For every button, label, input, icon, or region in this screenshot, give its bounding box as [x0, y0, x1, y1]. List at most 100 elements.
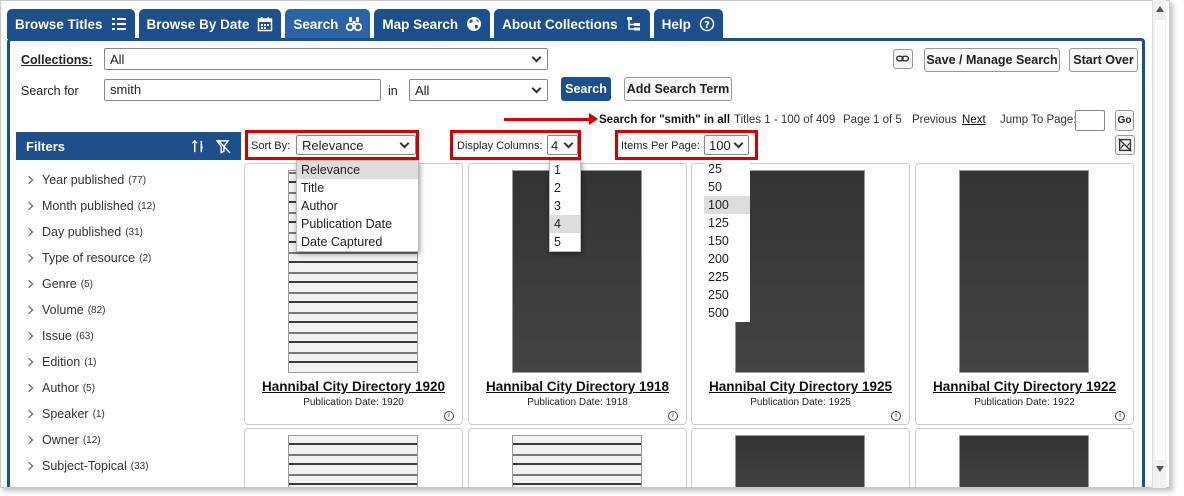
- result-thumbnail[interactable]: [959, 170, 1089, 373]
- filter-item[interactable]: Genre (5): [24, 277, 93, 291]
- dropdown-option[interactable]: 100: [704, 196, 750, 214]
- search-field-select[interactable]: All: [409, 79, 548, 101]
- dropdown-option[interactable]: Title: [297, 179, 418, 197]
- filter-label: Volume: [42, 303, 84, 317]
- go-button[interactable]: Go: [1115, 110, 1134, 131]
- link-button[interactable]: [893, 49, 913, 69]
- info-icon[interactable]: i: [1115, 411, 1125, 421]
- filter-item[interactable]: Speaker (1): [24, 407, 105, 421]
- dropdown-option[interactable]: Author: [297, 197, 418, 215]
- chevron-right-icon: [24, 461, 34, 471]
- tab-browse-by-date[interactable]: Browse By Date: [138, 9, 282, 39]
- dropdown-option[interactable]: 5: [550, 233, 580, 251]
- save-manage-search-button[interactable]: Save / Manage Search: [924, 48, 1060, 72]
- next-link[interactable]: Next: [962, 114, 986, 126]
- dropdown-option[interactable]: 250: [704, 286, 750, 304]
- dropdown-option[interactable]: 150: [704, 232, 750, 250]
- dropdown-option[interactable]: 200: [704, 250, 750, 268]
- filter-item[interactable]: Day published (31): [24, 225, 143, 239]
- items-per-page-select[interactable]: 100: [704, 135, 749, 155]
- result-title-link[interactable]: Hannibal City Directory 1925: [692, 379, 909, 394]
- jump-to-page-input[interactable]: [1075, 110, 1105, 131]
- filter-count: (5): [80, 278, 93, 290]
- dropdown-option[interactable]: 500: [704, 304, 750, 322]
- filter-label: Subject-Topical: [42, 459, 127, 473]
- search-button[interactable]: Search: [561, 77, 611, 101]
- dropdown-option[interactable]: 125: [704, 214, 750, 232]
- collections-label[interactable]: Collections:: [21, 53, 93, 67]
- search-query-text: Search for "smith" in all: [599, 114, 731, 126]
- page-info: Page 1 of 5: [843, 114, 902, 126]
- filter-label: Speaker: [42, 407, 89, 421]
- tab-search[interactable]: Search: [285, 9, 371, 39]
- filter-item[interactable]: Subject-Topical (33): [24, 459, 149, 473]
- dropdown-option[interactable]: Relevance: [297, 161, 418, 179]
- dropdown-option[interactable]: 3: [550, 197, 580, 215]
- in-label: in: [388, 84, 398, 98]
- tab-about-collections[interactable]: About Collections: [494, 9, 650, 39]
- result-card[interactable]: [244, 428, 463, 487]
- filter-item[interactable]: Type of resource (2): [24, 251, 151, 265]
- filter-count: (1): [84, 356, 97, 368]
- search-input[interactable]: smith: [104, 79, 381, 101]
- filter-item[interactable]: Issue (63): [24, 329, 94, 343]
- display-columns-select[interactable]: 4: [547, 135, 578, 155]
- dropdown-option[interactable]: Publication Date: [297, 215, 418, 233]
- tab-label: Map Search: [382, 16, 459, 32]
- chevron-down-icon: [733, 138, 744, 149]
- filter-item[interactable]: Month published (12): [24, 199, 156, 213]
- info-icon[interactable]: i: [444, 411, 454, 421]
- scroll-down-icon[interactable]: [1156, 466, 1164, 472]
- filter-item[interactable]: Year published (77): [24, 173, 146, 187]
- tab-browse-titles[interactable]: Browse Titles: [7, 9, 135, 39]
- dropdown-option[interactable]: 225: [704, 268, 750, 286]
- annotation-arrow: [504, 113, 598, 125]
- previous-link[interactable]: Previous: [912, 114, 957, 126]
- result-thumbnail[interactable]: [735, 170, 865, 373]
- dropdown-option[interactable]: Date Captured: [297, 233, 418, 251]
- filter-item[interactable]: Volume (82): [24, 303, 106, 317]
- filter-label: Year published: [42, 173, 125, 187]
- filter-item[interactable]: Owner (12): [24, 433, 101, 447]
- filter-item[interactable]: Author (5): [24, 381, 95, 395]
- filter-count: (12): [82, 434, 101, 446]
- result-title-link[interactable]: Hannibal City Directory 1918: [469, 379, 686, 394]
- result-publication-date: Publication Date: 1922: [974, 397, 1075, 408]
- result-card[interactable]: Hannibal City Directory 1922 Publication …: [915, 163, 1134, 425]
- dropdown-option[interactable]: 2: [550, 179, 580, 197]
- filter-label: Month published: [42, 199, 134, 213]
- sort-by-select[interactable]: Relevance: [296, 135, 416, 155]
- add-search-term-button[interactable]: Add Search Term: [624, 77, 732, 101]
- result-title-link[interactable]: Hannibal City Directory 1920: [245, 379, 462, 394]
- info-icon[interactable]: i: [668, 411, 678, 421]
- clear-filter-icon[interactable]: [216, 138, 231, 154]
- sort-icon[interactable]: ↓: [191, 139, 206, 154]
- result-thumbnail[interactable]: [735, 435, 865, 487]
- toggle-images-button[interactable]: [1115, 135, 1135, 155]
- calendar-icon: [258, 17, 273, 32]
- filter-item[interactable]: Edition (1): [24, 355, 97, 369]
- filter-count: (82): [87, 304, 106, 316]
- result-thumbnail[interactable]: [512, 435, 642, 487]
- scroll-up-icon[interactable]: [1156, 6, 1164, 12]
- dropdown-option[interactable]: 4: [550, 215, 580, 233]
- tab-help[interactable]: Help ?: [653, 9, 723, 39]
- scroll-thumb[interactable]: [1155, 20, 1165, 460]
- info-icon[interactable]: i: [891, 411, 901, 421]
- result-thumbnail[interactable]: [959, 435, 1089, 487]
- svg-text:↓: ↓: [199, 143, 204, 150]
- result-card[interactable]: [915, 428, 1134, 487]
- collections-select[interactable]: All: [104, 48, 548, 70]
- start-over-button[interactable]: Start Over: [1069, 48, 1138, 72]
- result-card[interactable]: [468, 428, 687, 487]
- result-publication-date: Publication Date: 1918: [527, 397, 628, 408]
- page-scrollbar[interactable]: [1152, 0, 1166, 488]
- dropdown-option[interactable]: 25: [704, 160, 750, 178]
- result-title-link[interactable]: Hannibal City Directory 1922: [916, 379, 1133, 394]
- result-thumbnail[interactable]: [288, 435, 418, 487]
- dropdown-option[interactable]: 50: [704, 178, 750, 196]
- dropdown-option[interactable]: 1: [550, 161, 580, 179]
- tab-map-search[interactable]: Map Search: [374, 9, 491, 39]
- result-card[interactable]: [691, 428, 910, 487]
- svg-text:?: ?: [704, 20, 710, 31]
